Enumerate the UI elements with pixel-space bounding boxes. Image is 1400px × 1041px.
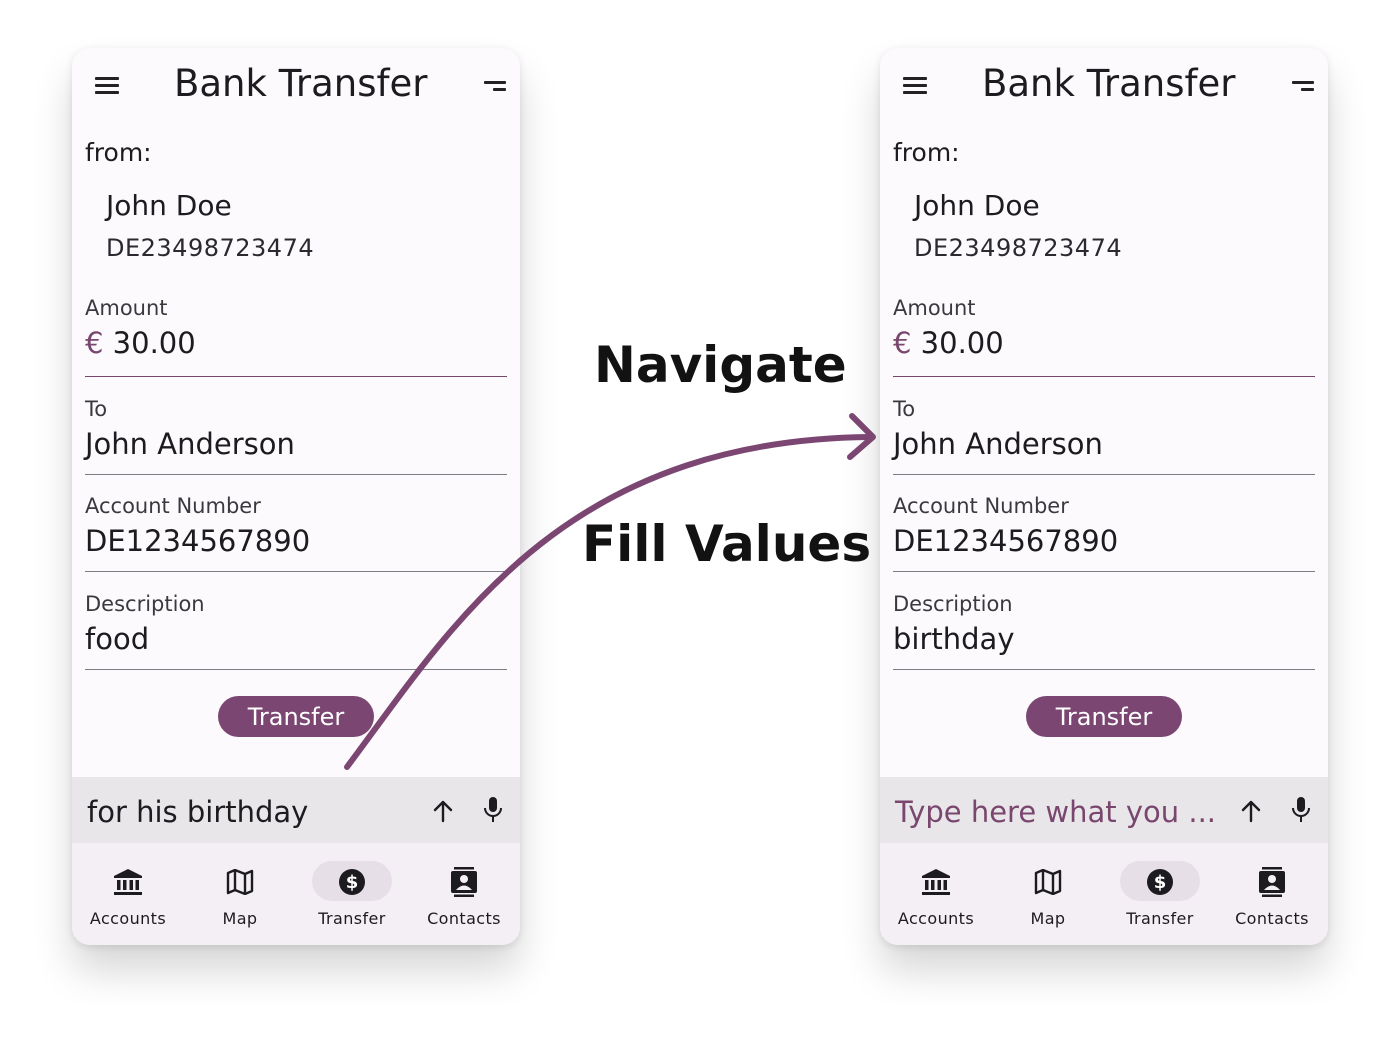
flow-arrow-icon: [344, 413, 876, 770]
